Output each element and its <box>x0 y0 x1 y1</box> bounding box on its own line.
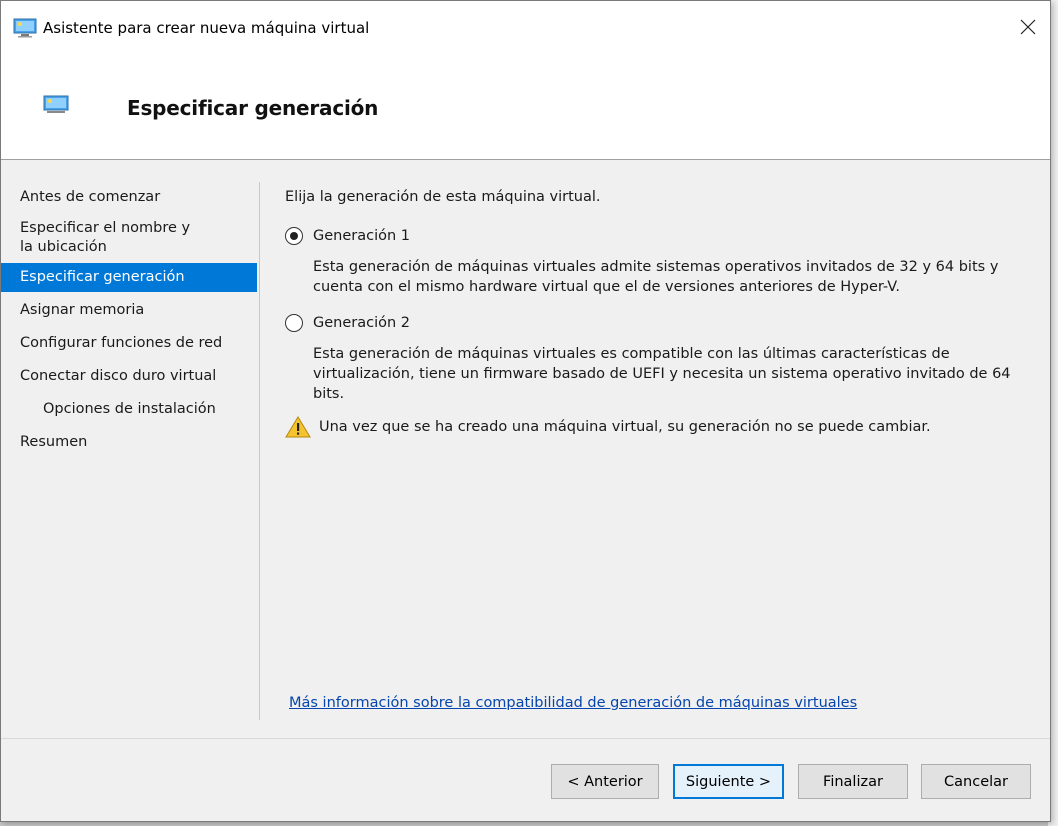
page-title: Especificar generación <box>127 96 379 120</box>
more-info-link[interactable]: Más información sobre la compatibilidad … <box>289 695 857 711</box>
nav-item-configurar-red[interactable]: Configurar funciones de red <box>1 325 257 358</box>
nav-item-disco-duro-virtual[interactable]: Conectar disco duro virtual <box>1 358 257 391</box>
generation-1-radio[interactable] <box>285 227 303 245</box>
warning-message: Una vez que se ha creado una máquina vir… <box>285 415 931 439</box>
generation-2-radio[interactable] <box>285 314 303 332</box>
generation-2-label[interactable]: Generación 2 <box>313 313 410 333</box>
previous-button[interactable]: < Anterior <box>551 764 659 799</box>
generation-1-description: Esta generación de máquinas virtuales ad… <box>313 259 999 295</box>
virtual-machine-icon <box>43 95 69 115</box>
nav-item-nombre-ubicacion[interactable]: Especificar el nombre y la ubicación <box>1 213 201 263</box>
generation-1-option[interactable]: Generación 1 <box>285 226 410 246</box>
nav-divider <box>259 182 260 720</box>
nav-item-asignar-memoria[interactable]: Asignar memoria <box>1 292 257 325</box>
generation-2-option[interactable]: Generación 2 <box>285 313 410 333</box>
finish-button[interactable]: Finalizar <box>798 764 908 799</box>
wizard-steps-nav: Antes de comenzar Especificar el nombre … <box>1 182 257 457</box>
next-button[interactable]: Siguiente > <box>673 764 784 799</box>
close-icon <box>1020 19 1036 39</box>
title-bar: Asistente para crear nueva máquina virtu… <box>1 1 1050 56</box>
window-title: Asistente para crear nueva máquina virtu… <box>43 19 370 37</box>
wizard-header: Especificar generación <box>1 56 1050 160</box>
generation-1-label[interactable]: Generación 1 <box>313 226 410 246</box>
warning-text: Una vez que se ha creado una máquina vir… <box>319 419 931 435</box>
intro-text: Elija la generación de esta máquina virt… <box>285 189 601 205</box>
nav-item-opciones-instalacion[interactable]: Opciones de instalación <box>1 391 257 424</box>
warning-icon <box>285 415 311 439</box>
close-button[interactable] <box>1006 1 1050 56</box>
nav-item-especificar-generacion[interactable]: Especificar generación <box>1 263 257 292</box>
footer-divider <box>1 738 1050 739</box>
cancel-button[interactable]: Cancelar <box>921 764 1031 799</box>
wizard-dialog: Asistente para crear nueva máquina virtu… <box>0 0 1051 822</box>
generation-2-description: Esta generación de máquinas virtuales es… <box>313 346 1011 402</box>
nav-item-antes-de-comenzar[interactable]: Antes de comenzar <box>1 182 257 213</box>
virtual-machine-icon <box>13 18 37 38</box>
nav-item-resumen[interactable]: Resumen <box>1 424 257 457</box>
